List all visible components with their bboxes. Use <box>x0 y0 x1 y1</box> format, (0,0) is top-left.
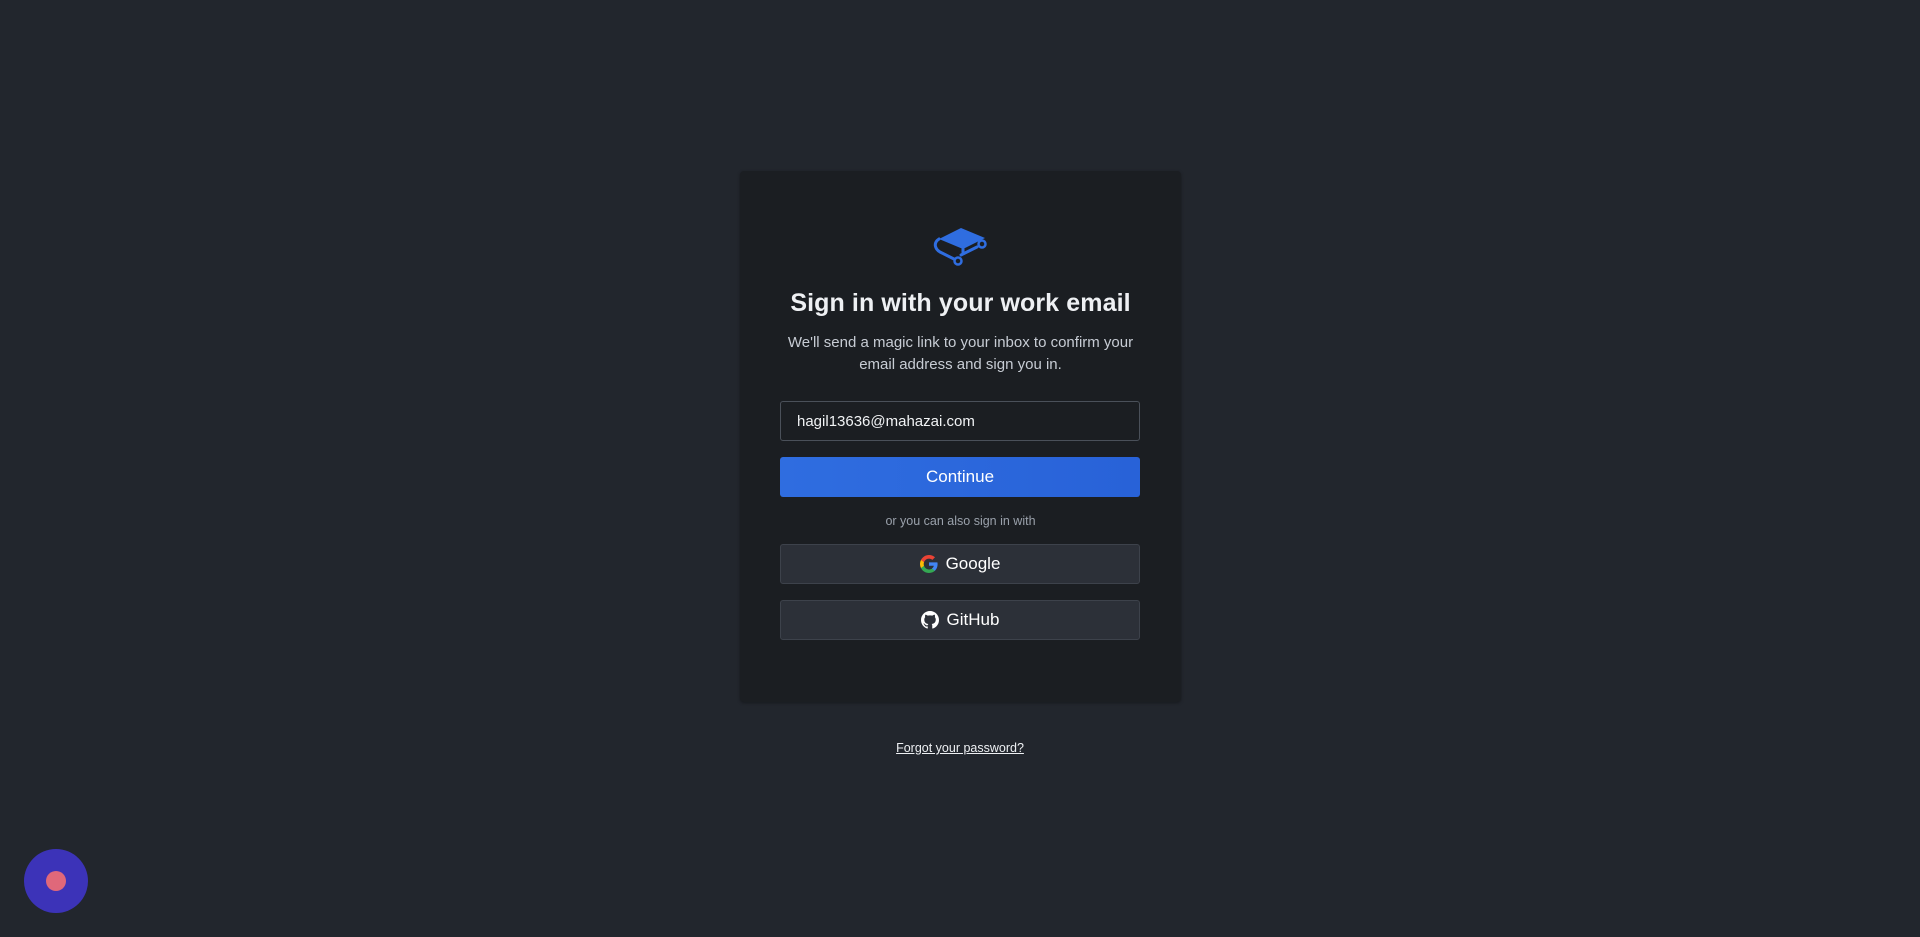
email-field[interactable] <box>780 401 1140 441</box>
record-dot-icon <box>46 871 66 891</box>
book-network-icon <box>933 228 987 266</box>
forgot-password-link[interactable]: Forgot your password? <box>896 741 1024 755</box>
github-sign-in-button[interactable]: GitHub <box>780 600 1140 640</box>
page-subtitle: We'll send a magic link to your inbox to… <box>787 334 1134 373</box>
github-button-label: GitHub <box>946 610 1000 629</box>
sign-in-page: Sign in with your work email We'll send … <box>0 0 1920 937</box>
google-sign-in-button[interactable]: Google <box>780 544 1140 584</box>
floating-widget-button[interactable] <box>24 849 88 913</box>
page-title: Sign in with your work email <box>790 289 1131 317</box>
continue-button[interactable]: Continue <box>780 457 1140 497</box>
google-button-label: Google <box>945 554 1001 573</box>
alt-sign-in-divider: or you can also sign in with <box>885 514 1036 528</box>
sign-in-card: Sign in with your work email We'll send … <box>740 171 1181 702</box>
google-icon <box>919 555 938 573</box>
continue-button-label: Continue <box>925 467 995 486</box>
forgot-password-row: Forgot your password? <box>0 741 1920 755</box>
github-icon <box>920 611 939 629</box>
